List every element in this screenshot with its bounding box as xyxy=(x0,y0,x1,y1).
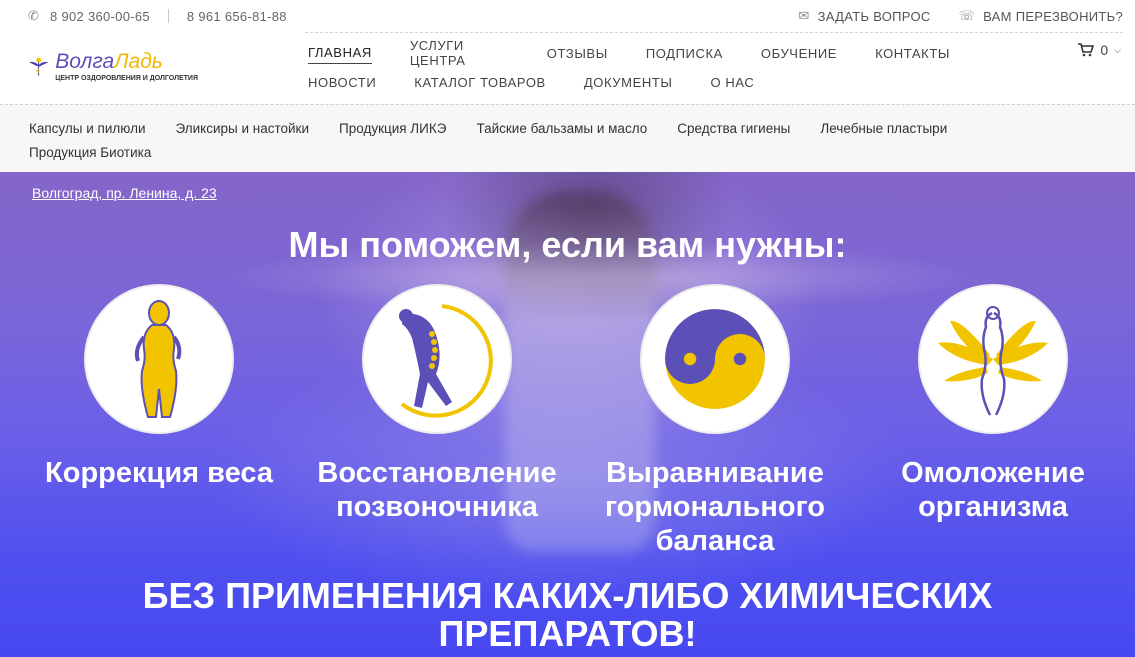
lotus-woman-icon xyxy=(938,306,1048,416)
divider xyxy=(167,9,169,23)
nav-item-news[interactable]: Новости xyxy=(308,75,376,93)
cart-icon xyxy=(1078,43,1095,57)
category-row-1: Капсулы и пилюли Эликсиры и настойки Про… xyxy=(29,116,1135,140)
logo-text: ВолгаЛадь ЦЕНТР ОЗДОРОВЛЕНИЯ И ДОЛГОЛЕТИ… xyxy=(55,49,198,82)
feature-rejuvenation-circle[interactable] xyxy=(918,284,1068,434)
feature-hormonal-label: Выравнивание гормонального баланса xyxy=(585,456,845,558)
logo[interactable]: ВолгаЛадь ЦЕНТР ОЗДОРОВЛЕНИЯ И ДОЛГОЛЕТИ… xyxy=(28,42,198,90)
top-bar: ✆ 8 902 360-00-65 8 961 656-81-88 ✉ Зада… xyxy=(0,0,1135,32)
feature-spine-circle[interactable] xyxy=(362,284,512,434)
feature-spine-line-2: позвоночника xyxy=(336,491,538,523)
nav-row-2: Новости Каталог товаров Документы О нас xyxy=(308,69,988,98)
category-hygiene[interactable]: Средства гигиены xyxy=(677,121,790,136)
feature-hormonal: Выравнивание гормонального баланса xyxy=(585,284,845,558)
feature-weight-line-1: Коррекция веса xyxy=(45,457,273,489)
cart-button[interactable]: 0 ⌵ xyxy=(1078,42,1121,58)
spine-icon xyxy=(399,304,493,418)
logo-name: ВолгаЛадь xyxy=(55,49,198,73)
callback-label: Вам перезвонить? xyxy=(983,8,1123,24)
feature-weight-circle[interactable] xyxy=(84,284,234,434)
phones: ✆ 8 902 360-00-65 8 961 656-81-88 xyxy=(28,9,287,24)
nav-item-services[interactable]: Услуги центра xyxy=(410,38,509,71)
address-link[interactable]: Волгоград, пр. Ленина, д. 23 xyxy=(32,185,217,201)
category-bar: Капсулы и пилюли Эликсиры и настойки Про… xyxy=(0,104,1135,172)
feature-hormonal-line-2: гормонального xyxy=(604,491,826,523)
envelope-icon: ✉ xyxy=(798,8,810,23)
category-elixirs[interactable]: Эликсиры и настойки xyxy=(175,121,309,136)
feature-hormonal-circle[interactable] xyxy=(640,284,790,434)
category-thai-balms[interactable]: Тайские бальзамы и масло xyxy=(476,121,647,136)
nav-item-about[interactable]: О нас xyxy=(710,75,754,93)
nav-item-contacts[interactable]: Контакты xyxy=(875,46,950,64)
phone-icon: ✆ xyxy=(28,8,40,23)
feature-weight: Коррекция веса xyxy=(29,284,289,490)
hero-bottom-line-2: препаратов! xyxy=(438,613,697,654)
nav-item-home[interactable]: Главная xyxy=(308,45,372,64)
hero-banner: Волгоград, пр. Ленина, д. 23 Мы поможем,… xyxy=(0,172,1135,657)
ask-question-label: Задать вопрос xyxy=(817,8,931,24)
chevron-down-icon: ⌵ xyxy=(1114,44,1121,55)
category-like[interactable]: Продукция ЛИКЭ xyxy=(339,121,446,136)
feature-rejuvenation-label: Омоложение организма xyxy=(863,456,1123,524)
nav-item-documents[interactable]: Документы xyxy=(584,75,673,93)
phone-number-2[interactable]: 8 961 656-81-88 xyxy=(187,9,287,24)
nav-item-reviews[interactable]: Отзывы xyxy=(547,46,608,64)
logo-name-part1: Волга xyxy=(55,49,115,73)
caduceus-icon xyxy=(28,55,49,76)
top-actions: ✉ Задать вопрос ☏ Вам перезвонить? xyxy=(798,8,1123,24)
handset-icon: ☏ xyxy=(958,8,976,23)
feature-hormonal-line-1: Выравнивание xyxy=(606,457,824,489)
feature-hormonal-line-3: баланса xyxy=(655,525,775,557)
feature-spine-line-1: Восстановление xyxy=(317,457,557,489)
cart-count: 0 xyxy=(1100,42,1109,58)
category-row-2: Продукция Биотика xyxy=(29,140,1135,164)
hero-title: Мы поможем, если вам нужны: xyxy=(288,224,847,265)
hero-bottom-text: Без применения каких-либо химических пре… xyxy=(0,577,1135,653)
category-biotika[interactable]: Продукция Биотика xyxy=(29,145,151,160)
feature-rejuvenation-line-1: Омоложение xyxy=(901,457,1085,489)
main-nav: Главная Услуги центра Отзывы Подписка Об… xyxy=(308,38,988,98)
feature-spine-label: Восстановление позвоночника xyxy=(307,456,567,524)
ask-question-link[interactable]: ✉ Задать вопрос xyxy=(798,8,930,24)
nav-item-training[interactable]: Обучение xyxy=(761,46,837,64)
header: ВолгаЛадь ЦЕНТР ОЗДОРОВЛЕНИЯ И ДОЛГОЛЕТИ… xyxy=(0,32,1135,104)
hero-bottom-line-1: Без применения каких-либо химических xyxy=(142,575,993,616)
logo-name-part2: Ладь xyxy=(114,49,163,73)
body-silhouette-icon xyxy=(134,300,182,418)
category-patches[interactable]: Лечебные пластыри xyxy=(820,121,947,136)
category-capsules[interactable]: Капсулы и пилюли xyxy=(29,121,145,136)
nav-item-subscription[interactable]: Подписка xyxy=(646,46,723,64)
feature-weight-label: Коррекция веса xyxy=(29,456,289,490)
phone-number-1[interactable]: 8 902 360-00-65 xyxy=(50,9,150,24)
logo-subtitle: ЦЕНТР ОЗДОРОВЛЕНИЯ И ДОЛГОЛЕТИЯ xyxy=(55,74,198,82)
nav-row-1: Главная Услуги центра Отзывы Подписка Об… xyxy=(308,38,988,71)
callback-link[interactable]: ☏ Вам перезвонить? xyxy=(959,8,1123,24)
nav-item-catalog[interactable]: Каталог товаров xyxy=(414,75,546,93)
feature-rejuvenation: Омоложение организма xyxy=(863,284,1123,524)
yin-yang-icon xyxy=(665,309,765,409)
feature-rejuvenation-line-2: организма xyxy=(918,491,1068,523)
feature-spine: Восстановление позвоночника xyxy=(307,284,567,524)
